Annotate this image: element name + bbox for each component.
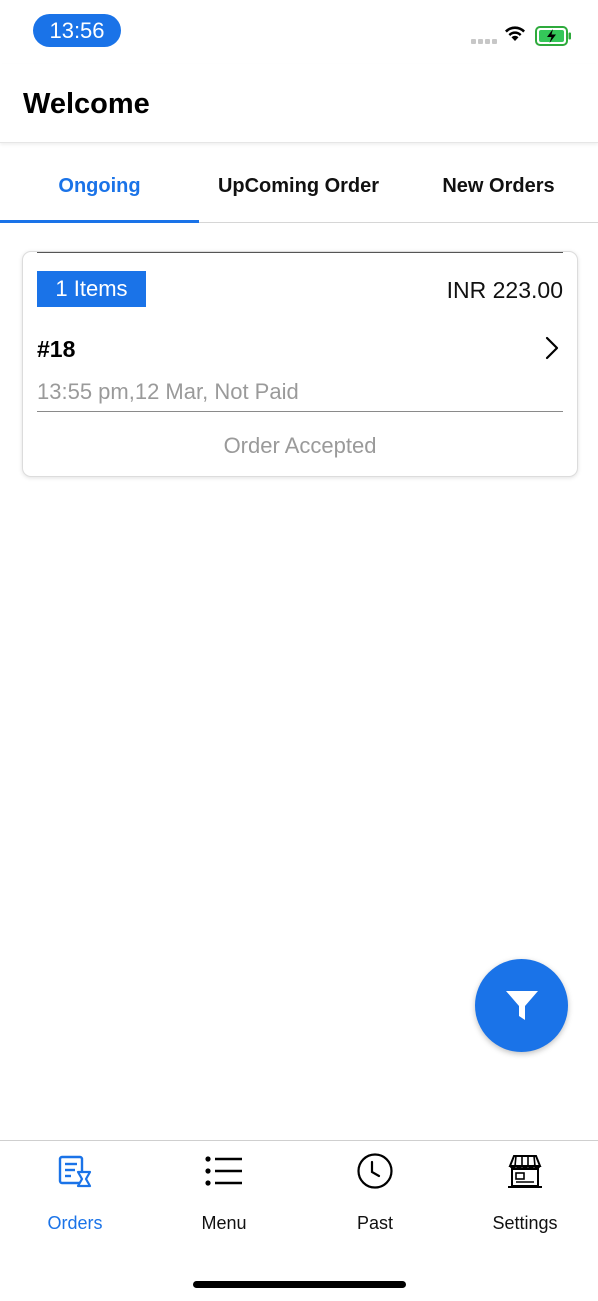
filter-button[interactable] [475, 959, 568, 1052]
cellular-signal-icon [471, 39, 497, 45]
nav-label-past: Past [356, 1213, 394, 1233]
filter-icon [505, 990, 538, 1020]
order-status: Order Accepted [223, 433, 377, 458]
order-meta: 13:55 pm,12 Mar, Not Paid [37, 379, 299, 404]
nav-item-past[interactable]: Past [300, 1141, 450, 1251]
nav-item-settings[interactable]: Settings [450, 1141, 598, 1251]
home-indicator [193, 1281, 406, 1288]
order-number: #18 [37, 336, 76, 362]
order-tabs: Ongoing UpComing Order New Orders [0, 150, 598, 223]
page-title: Welcome [23, 88, 150, 120]
status-time: 13:56 [33, 14, 121, 47]
battery-charging-icon [535, 26, 571, 46]
card-top-divider [37, 252, 563, 253]
store-icon [505, 1151, 545, 1191]
nav-item-orders[interactable]: Orders [0, 1141, 150, 1251]
nav-label-menu: Menu [201, 1213, 247, 1233]
card-divider [37, 411, 563, 412]
items-count-badge: 1 Items [37, 271, 146, 307]
wifi-icon [505, 26, 525, 41]
chevron-right-icon[interactable] [545, 336, 559, 360]
tab-new-orders[interactable]: New Orders [399, 150, 598, 222]
status-bar: 13:56 [0, 0, 598, 64]
nav-label-orders: Orders [47, 1213, 103, 1233]
order-amount: INR 223.00 [446, 277, 563, 303]
nav-label-settings: Settings [492, 1213, 558, 1233]
tab-ongoing[interactable]: Ongoing [0, 150, 199, 222]
tab-upcoming-order[interactable]: UpComing Order [199, 150, 398, 222]
clock-icon [355, 1151, 395, 1191]
active-tab-indicator [0, 220, 199, 223]
menu-list-icon [204, 1151, 244, 1191]
orders-icon [55, 1151, 95, 1191]
order-card[interactable]: 1 Items INR 223.00 #18 13:55 pm,12 Mar, … [22, 251, 578, 477]
nav-item-menu[interactable]: Menu [149, 1141, 299, 1251]
header: Welcome [0, 64, 598, 143]
bottom-nav: Orders Menu Past Settings [0, 1140, 598, 1301]
